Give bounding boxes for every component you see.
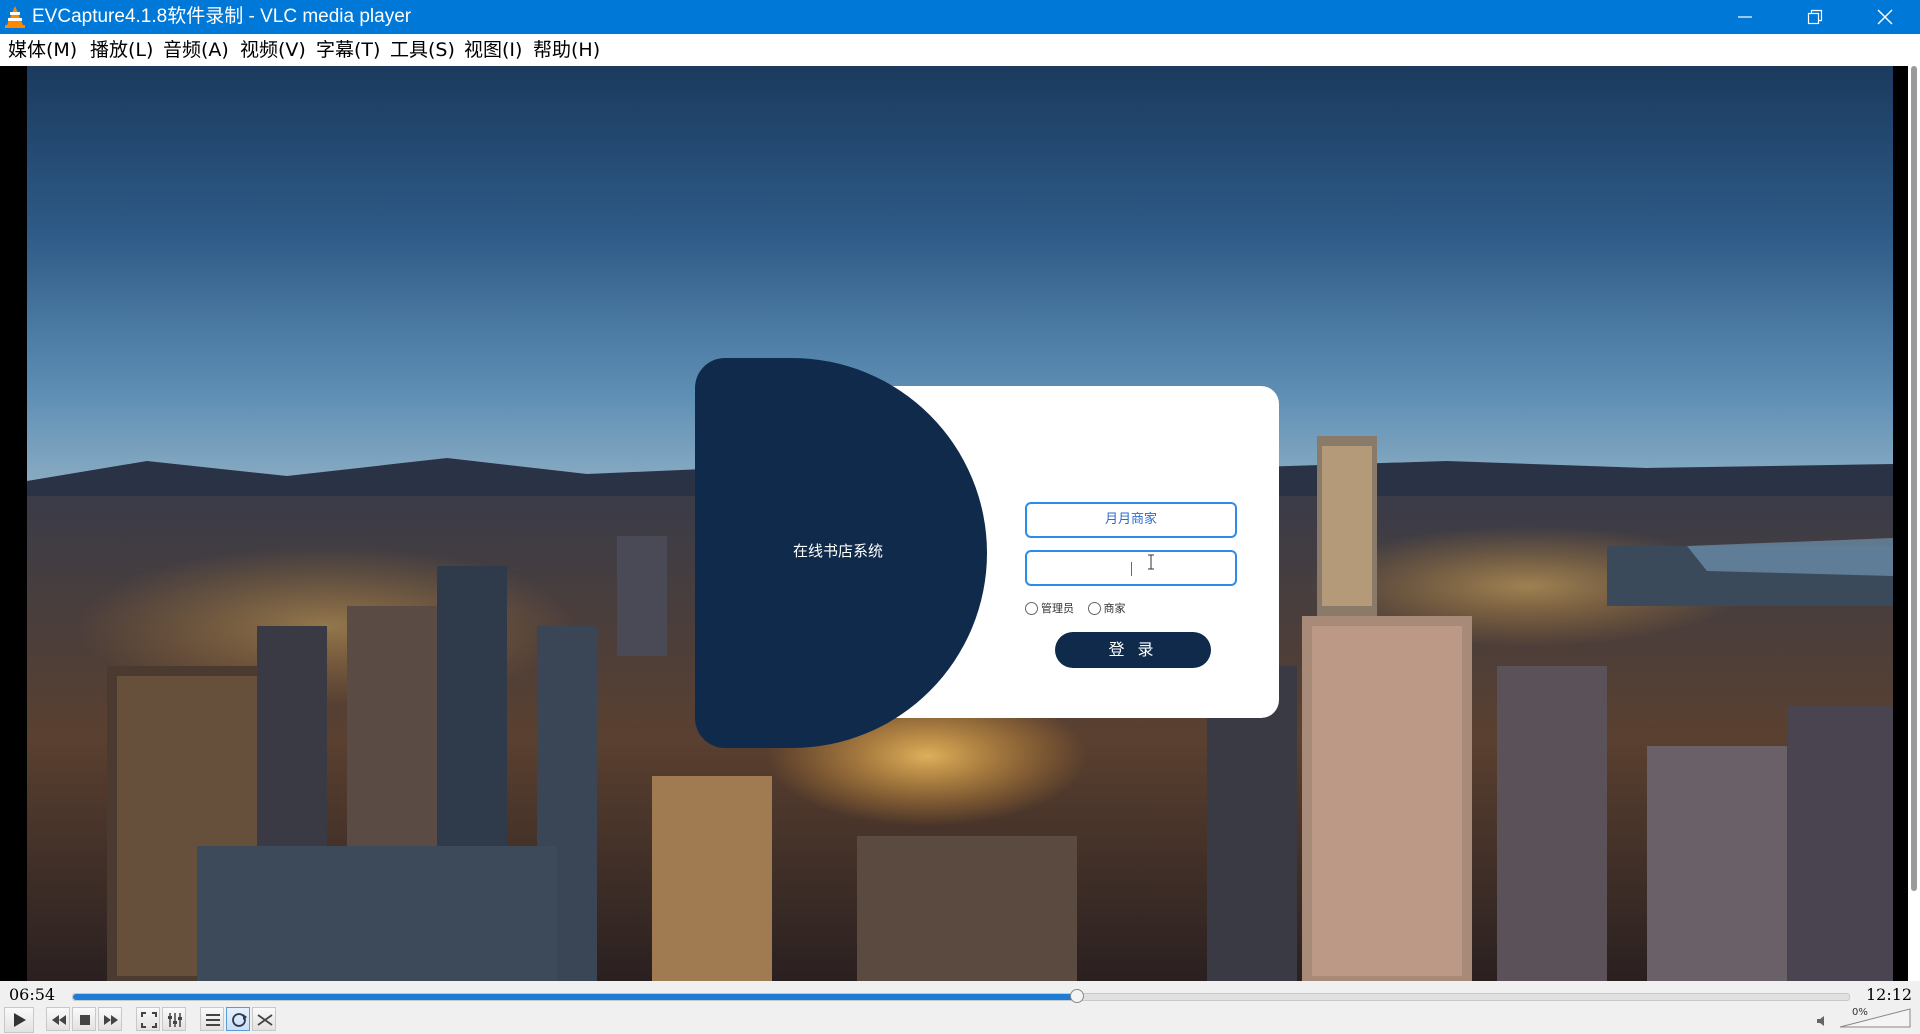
fullscreen-button[interactable] [136, 1007, 160, 1031]
text-caret [1131, 562, 1132, 576]
stop-icon [80, 1015, 90, 1025]
role-selector: 管理员 商家 [1025, 600, 1136, 616]
seek-progress [73, 994, 1077, 1000]
brand-title: 在线书店系统 [793, 542, 884, 560]
menu-tools[interactable]: 工具(S) [390, 34, 455, 66]
shuffle-button[interactable] [252, 1007, 276, 1031]
video-area[interactable]: 在线书店系统 月月商家 管理员 商家 登 录 [0, 66, 1920, 981]
menu-video[interactable]: 视频(V) [240, 34, 306, 66]
next-icon [104, 1015, 118, 1025]
elapsed-time: 06:54 [9, 985, 56, 1004]
playlist-button[interactable] [200, 1007, 224, 1031]
next-button[interactable] [98, 1007, 122, 1031]
window-title: EVCapture4.1.8软件录制 - VLC media player [32, 6, 412, 27]
radio-merchant[interactable] [1087, 601, 1101, 615]
play-button[interactable] [4, 1007, 34, 1033]
fullscreen-icon [141, 1012, 157, 1028]
menu-help[interactable]: 帮助(H) [533, 34, 600, 66]
loop-icon [232, 1013, 247, 1027]
role-merchant-label: 商家 [1103, 602, 1126, 615]
restore-icon [1807, 9, 1823, 25]
video-frame: 在线书店系统 月月商家 管理员 商家 登 录 [27, 66, 1893, 981]
volume-slider[interactable] [1838, 1007, 1912, 1029]
window-titlebar: EVCapture4.1.8软件录制 - VLC media player [0, 0, 1920, 34]
stop-button[interactable] [72, 1007, 96, 1031]
seek-bar[interactable] [72, 989, 1850, 1003]
menu-audio[interactable]: 音频(A) [163, 34, 229, 66]
username-input[interactable]: 月月商家 [1025, 502, 1237, 538]
minimize-button[interactable] [1710, 0, 1780, 34]
total-time: 12:12 [1866, 985, 1913, 1004]
menu-playback[interactable]: 播放(L) [90, 34, 153, 66]
role-admin-label: 管理员 [1041, 602, 1074, 615]
login-button[interactable]: 登 录 [1055, 632, 1211, 668]
menu-bar: 媒体(M) 播放(L) 音频(A) 视频(V) 字幕(T) 工具(S) 视图(I… [0, 34, 1920, 67]
previous-button[interactable] [46, 1007, 70, 1031]
play-icon [14, 1013, 26, 1027]
loop-button[interactable] [226, 1007, 250, 1031]
extended-settings-icon [168, 1013, 182, 1027]
close-icon [1877, 9, 1893, 25]
speaker-icon[interactable] [1816, 1015, 1830, 1027]
username-value: 月月商家 [1104, 512, 1157, 527]
close-button[interactable] [1850, 0, 1920, 34]
player-controls: 06:54 12:12 0% [0, 981, 1920, 1034]
seek-handle[interactable] [1070, 989, 1085, 1003]
playlist-icon [206, 1014, 220, 1026]
extended-settings-button[interactable] [162, 1007, 186, 1031]
text-cursor-icon [1148, 554, 1154, 570]
previous-icon [52, 1015, 66, 1025]
menu-subtitle[interactable]: 字幕(T) [316, 34, 380, 66]
radio-admin[interactable] [1025, 601, 1038, 615]
password-input[interactable] [1025, 550, 1237, 586]
minimize-icon [1738, 16, 1752, 18]
menu-view[interactable]: 视图(I) [464, 34, 522, 66]
restore-button[interactable] [1780, 0, 1850, 34]
volume-label: 0% [1852, 1007, 1868, 1018]
vlc-cone-icon [5, 6, 25, 28]
vertical-scrollbar[interactable] [1908, 66, 1920, 981]
menu-media[interactable]: 媒体(M) [8, 34, 77, 66]
login-card: 在线书店系统 月月商家 管理员 商家 登 录 [695, 358, 1279, 784]
shuffle-icon [257, 1014, 273, 1026]
scrollbar-thumb[interactable] [1911, 66, 1917, 891]
